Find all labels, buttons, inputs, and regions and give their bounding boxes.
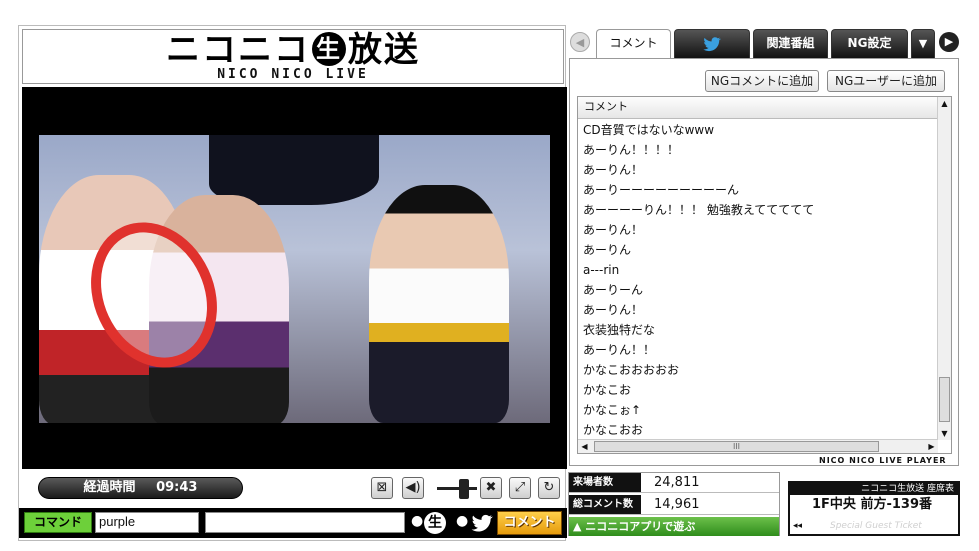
nama-logo-icon: 生 [312,32,346,66]
list-item[interactable]: a---rin [578,260,938,280]
list-item[interactable]: あーりん！！ [578,340,938,360]
comment-list-header[interactable]: コメント [578,97,938,119]
twitter-radio[interactable]: ● [456,513,468,529]
visitors-row: 来場者数 24,811 [569,473,779,493]
list-item[interactable]: CD音質ではないなwww [578,120,938,140]
comment-list[interactable]: コメント CD音質ではないなwww あーりん！！！！ あーりん！ あーりーーーー… [577,96,952,454]
ticket-header: ニコニコ生放送 座席表 [790,483,958,495]
list-item[interactable]: あーりん！ [578,220,938,240]
logo-wordmark: ニコニコ生放送 [166,30,420,70]
list-item[interactable]: あーりん！ [578,300,938,320]
list-item[interactable]: あーりん [578,240,938,260]
elapsed-time-display: 経過時間 09:43 [38,477,243,499]
total-comments-row: 総コメント数 14,961 [569,495,779,515]
video-stream[interactable] [39,135,550,423]
list-item[interactable]: あーりん！ [578,160,938,180]
add-ng-comment-button[interactable]: NGコメントに追加 [705,70,819,92]
add-ng-user-button[interactable]: NGユーザーに追加 [827,70,945,92]
tab-related-programs[interactable]: 関連番組 [753,29,828,58]
submit-comment-button[interactable]: コメント [497,511,562,535]
tab-comment[interactable]: コメント [596,29,671,59]
list-item[interactable]: かなこお [578,380,938,400]
player-controls: 経過時間 09:43 ⊠ ◀) ✖ ⤢ ↻ [22,471,567,503]
list-item[interactable]: かなこおおおおお [578,360,938,380]
twitter-bird-icon [471,514,493,532]
list-item[interactable]: かなこおお [578,420,938,440]
ticket-footer: Special Guest Ticket [830,521,922,531]
elapsed-label: 経過時間 [83,480,136,495]
logo-subtitle: NICO NICO LIVE [217,67,369,82]
player-brand: NICO NICO LIVE PLAYER [819,456,947,465]
rewind-icon[interactable]: ◂◂ [793,521,802,531]
nama-icon: 生 [424,512,446,534]
comment-panel: NGコメントに追加 NGユーザーに追加 コメント CD音質ではないなwww あー… [569,58,959,466]
vertical-scrollbar[interactable]: ▲ ▼ [937,97,951,440]
speaker-icon[interactable]: ◀) [402,477,424,499]
video-player: ニコニコ生放送 NICO NICO LIVE 経過時間 09:43 ⊠ ◀) ✖… [18,25,567,541]
visitors-value: 24,811 [654,475,700,490]
performer-singer [369,185,509,423]
list-item[interactable]: あーりーーーーーーーーーん [578,180,938,200]
elapsed-time: 09:43 [156,480,198,495]
visitors-label: 来場者数 [569,473,641,492]
scroll-left-icon[interactable]: ◀ [578,440,591,453]
comment-form: コマンド purple ● 生 ● コメント [19,508,567,538]
list-item[interactable]: 衣装独特だな [578,320,938,340]
scroll-down-icon[interactable]: ▼ [938,427,951,440]
tab-menu-dropdown[interactable]: ▼ [911,29,935,58]
panel-tabs: ◀ コメント 関連番組 NG設定 ▼ ▶ [568,25,964,59]
horizontal-scroll-thumb[interactable]: III [594,441,879,452]
horizontal-scrollbar[interactable]: ◀ III ▶ [578,439,938,453]
list-item[interactable]: あーーーーりん！！！ 勉強教えててててて [578,200,938,220]
comment-input[interactable] [205,512,405,533]
scroll-right-icon[interactable]: ▶ [925,440,938,453]
nico-live-logo: ニコニコ生放送 NICO NICO LIVE [22,29,564,84]
tab-prev-icon[interactable]: ◀ [570,32,590,52]
quality-toggle-icon[interactable]: ✖ [480,477,502,499]
volume-track [437,487,477,490]
vertical-scroll-thumb[interactable] [939,377,950,422]
volume-slider[interactable] [437,477,477,499]
program-stats: 来場者数 24,811 総コメント数 14,961 ▲ ニコニコアプリで遊ぶ [568,472,780,536]
reload-icon[interactable]: ↻ [538,477,560,499]
total-comments-label: 総コメント数 [569,495,641,514]
command-button[interactable]: コマンド [24,512,92,533]
video-area[interactable] [22,87,567,469]
niconico-app-link[interactable]: ▲ ニコニコアプリで遊ぶ [569,517,779,536]
nama-radio[interactable]: ● [411,513,423,529]
ticket-seat: 1F中央 前方-139番 [812,497,932,512]
list-item[interactable]: あーりーん [578,280,938,300]
side-panel: ◀ コメント 関連番組 NG設定 ▼ ▶ NGコメントに追加 NGユーザーに追加… [568,25,964,541]
seat-ticket: ニコニコ生放送 座席表 1F中央 前方-139番 ◂◂ Special Gues… [788,481,960,536]
total-comments-value: 14,961 [654,497,700,512]
list-item[interactable]: あーりん！！！！ [578,140,938,160]
volume-knob[interactable] [459,479,469,499]
scroll-up-icon[interactable]: ▲ [938,97,951,110]
command-input[interactable]: purple [95,512,199,533]
list-item[interactable]: かなこぉ↑ [578,400,938,420]
comment-toggle-icon[interactable]: ⊠ [371,477,393,499]
tab-ng-settings[interactable]: NG設定 [831,29,908,58]
fullscreen-icon[interactable]: ⤢ [509,477,531,499]
tab-twitter[interactable] [674,29,750,58]
comment-rows: CD音質ではないなwww あーりん！！！！ あーりん！ あーりーーーーーーーーー… [578,120,938,440]
twitter-bird-icon [703,37,721,52]
tab-next-icon[interactable]: ▶ [939,32,959,52]
